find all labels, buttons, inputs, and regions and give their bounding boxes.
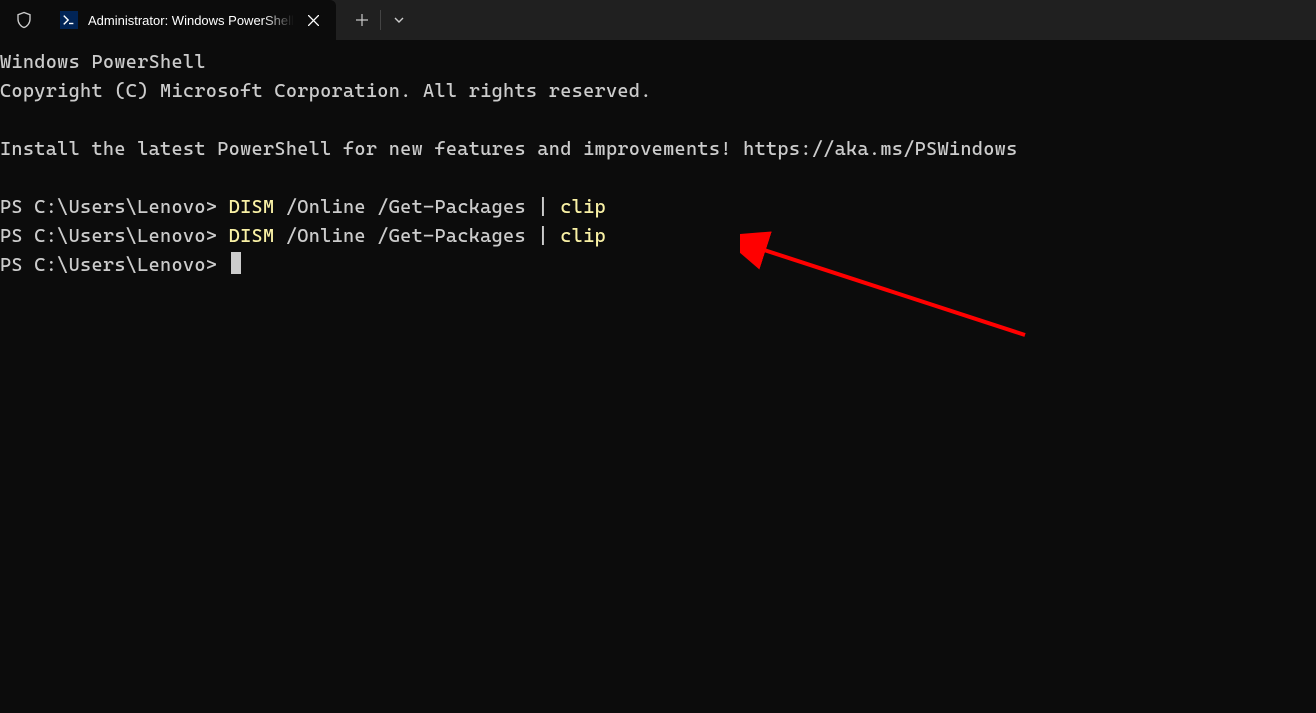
- tab-actions: [336, 0, 417, 40]
- prompt: PS C:\Users\Lenovo>: [0, 254, 229, 276]
- tab-title: Administrator: Windows PowerShell: [88, 13, 294, 28]
- command-line: PS C:\Users\Lenovo> DISM /Online /Get-Pa…: [0, 222, 1316, 251]
- command-name: DISM: [229, 225, 275, 247]
- active-tab[interactable]: Administrator: Windows PowerShell: [48, 0, 336, 40]
- tab-close-button[interactable]: [304, 10, 324, 30]
- command-args: /Online /Get-Packages: [274, 196, 537, 218]
- banner-line: Copyright (C) Microsoft Corporation. All…: [0, 77, 1316, 106]
- app-shield-area: [0, 0, 48, 40]
- plus-icon: [356, 14, 368, 26]
- pipe-operator: |: [537, 196, 548, 218]
- command-name: DISM: [229, 196, 275, 218]
- powershell-icon: [60, 11, 78, 29]
- command-line: PS C:\Users\Lenovo> DISM /Online /Get-Pa…: [0, 193, 1316, 222]
- blank-line: [0, 106, 1316, 135]
- command-name: clip: [560, 225, 606, 247]
- prompt: PS C:\Users\Lenovo>: [0, 225, 229, 247]
- prompt-line: PS C:\Users\Lenovo>: [0, 251, 1316, 280]
- tab-dropdown-button[interactable]: [381, 4, 417, 36]
- text-cursor: [231, 252, 241, 274]
- terminal-output[interactable]: Windows PowerShell Copyright (C) Microso…: [0, 40, 1316, 280]
- shield-icon: [15, 11, 33, 29]
- banner-line: Windows PowerShell: [0, 48, 1316, 77]
- install-message: Install the latest PowerShell for new fe…: [0, 135, 1316, 164]
- chevron-down-icon: [393, 14, 405, 26]
- command-name: clip: [560, 196, 606, 218]
- close-icon: [308, 15, 319, 26]
- titlebar: Administrator: Windows PowerShell: [0, 0, 1316, 40]
- command-args: /Online /Get-Packages: [274, 225, 537, 247]
- blank-line: [0, 164, 1316, 193]
- pipe-operator: |: [537, 225, 548, 247]
- prompt: PS C:\Users\Lenovo>: [0, 196, 229, 218]
- new-tab-button[interactable]: [344, 4, 380, 36]
